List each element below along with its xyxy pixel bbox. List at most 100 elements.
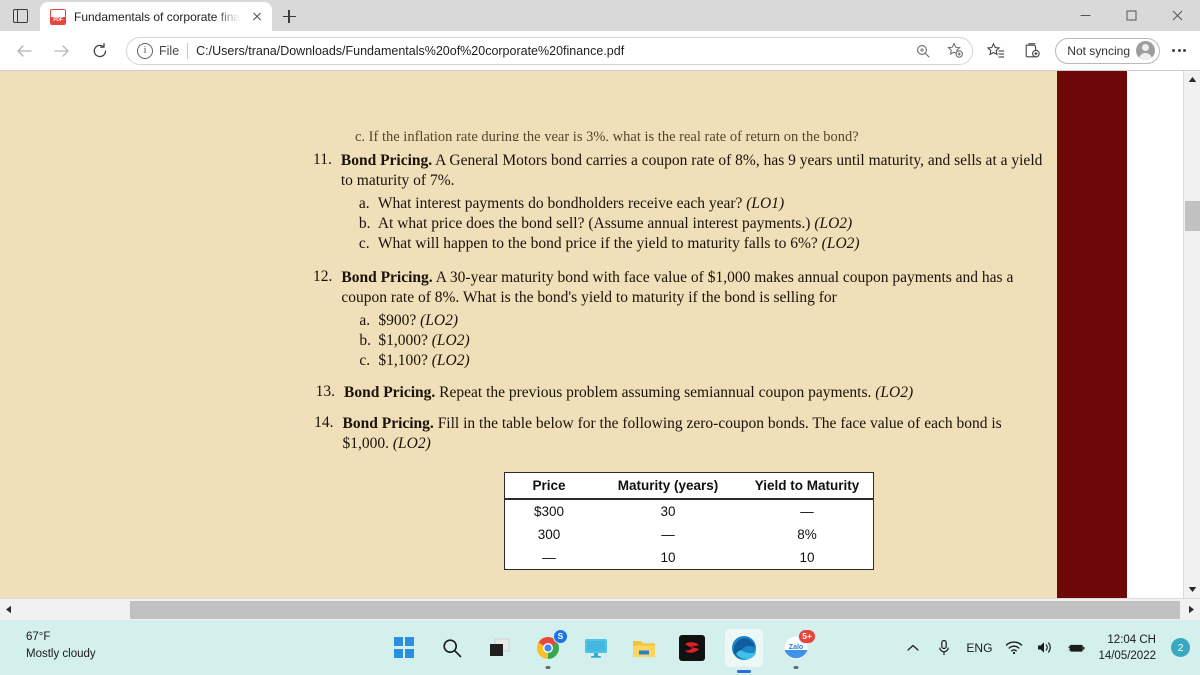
windows-logo-icon	[393, 637, 415, 658]
clock-date: 14/05/2022	[1098, 649, 1156, 662]
sub-item: a. $900? (LO2)	[359, 312, 459, 329]
chrome-badge: S	[553, 628, 568, 644]
maximize-icon[interactable]	[1108, 0, 1154, 31]
clock[interactable]: 12:04 CH 14/05/2022	[1098, 632, 1156, 664]
pdf-question-14: 14. Bond Pricing. Fill in the table belo…	[313, 414, 1043, 453]
chrome-button[interactable]: S	[533, 628, 568, 669]
cell-price: —	[542, 550, 556, 565]
bond-table: Price Maturity (years) Yield to Maturity…	[504, 472, 874, 570]
cell-maturity: —	[661, 527, 675, 542]
file-scheme-label: File	[159, 43, 180, 58]
question-text: Bond Pricing. Repeat the previous proble…	[344, 384, 914, 401]
add-favorite-icon[interactable]	[942, 39, 968, 63]
vertical-scrollbar-thumb[interactable]	[1185, 201, 1200, 231]
question-subparts: a. $900? (LO2) b. $1,000? (LO2) c. $1,100? …	[341, 311, 1043, 371]
collections-icon[interactable]	[1015, 36, 1049, 66]
vertical-scrollbar[interactable]	[1183, 71, 1200, 598]
question-title: Bond Pricing.	[340, 152, 433, 169]
windows-taskbar: 67°F Mostly cloudy S Zalo 5+ ENG 12:04 C…	[0, 620, 1200, 675]
reload-icon[interactable]	[82, 36, 118, 66]
favorites-list-icon[interactable]	[979, 36, 1013, 66]
zalo-badge: 5+	[798, 628, 816, 644]
cell-price: $300	[533, 504, 565, 519]
scroll-left-icon[interactable]	[0, 599, 17, 620]
zalo-button[interactable]: Zalo 5+	[781, 628, 816, 669]
sub-item: c. $1,100? (LO2)	[359, 352, 470, 369]
sub-item: b. $1,000? (LO2)	[359, 332, 470, 349]
wifi-icon[interactable]	[1005, 638, 1023, 658]
svg-text:Zalo: Zalo	[789, 644, 803, 651]
sub-item: c. What will happen to the bond price if …	[358, 235, 860, 252]
volume-icon[interactable]	[1036, 638, 1054, 658]
question-number: 13.	[315, 383, 335, 400]
task-view-icon	[490, 638, 510, 656]
site-info-icon[interactable]: i	[137, 42, 153, 59]
window-controls	[1062, 0, 1200, 31]
microphone-icon[interactable]	[935, 638, 953, 658]
active-indicator	[737, 669, 751, 673]
table-row: — 10 10	[505, 546, 873, 569]
table-header-row: Price Maturity (years) Yield to Maturity	[505, 473, 873, 500]
question-subparts: a. What interest payments do bondholders …	[341, 194, 1043, 254]
tab-strip: PDF Fundamentals of corporate finan	[0, 0, 1200, 31]
edge-browser-window: PDF Fundamentals of corporate finan i Fi…	[0, 0, 1200, 620]
show-hidden-icons-button[interactable]	[904, 638, 922, 658]
vertical-tabs-icon[interactable]	[0, 0, 40, 31]
scroll-up-icon[interactable]	[1184, 71, 1200, 88]
sync-status-label: Not syncing	[1067, 43, 1130, 58]
tab-title: Fundamentals of corporate finan	[74, 9, 240, 24]
question-text: Bond Pricing. A 30-year maturity bond wi…	[341, 269, 1014, 306]
clock-time: 12:04 CH	[1107, 633, 1156, 646]
question-text: Bond Pricing. A General Motors bond carr…	[340, 152, 1043, 189]
close-icon[interactable]	[248, 8, 266, 26]
monitor-icon	[585, 638, 607, 658]
minimize-icon[interactable]	[1062, 0, 1108, 31]
profile-button[interactable]: Not syncing	[1055, 37, 1160, 64]
question-number: 14.	[314, 414, 334, 431]
task-view-button[interactable]	[485, 633, 515, 663]
address-bar[interactable]: i File C:/Users/trana/Downloads/Fundamen…	[126, 36, 974, 65]
question-title: Bond Pricing.	[341, 269, 433, 286]
cell-price: 300	[537, 527, 561, 542]
pdf-clipped-line: c. If the inflation rate during the year…	[355, 129, 859, 141]
sub-item: b. At what price does the bond sell? (Ass…	[358, 215, 853, 232]
horizontal-scrollbar[interactable]	[0, 598, 1200, 620]
notification-badge[interactable]: 2	[1171, 638, 1190, 657]
horizontal-scrollbar-thumb[interactable]	[130, 601, 1180, 619]
browser-tab[interactable]: PDF Fundamentals of corporate finan	[40, 2, 272, 31]
question-number: 12.	[313, 268, 333, 285]
start-button[interactable]	[389, 633, 419, 663]
table-row: $300 30 —	[505, 500, 873, 523]
folder-icon	[633, 640, 655, 657]
question-text: Bond Pricing. Fill in the table below fo…	[342, 415, 1002, 452]
browser-toolbar: i File C:/Users/trana/Downloads/Fundamen…	[0, 31, 1200, 70]
file-explorer-button[interactable]	[629, 633, 659, 663]
scroll-right-icon[interactable]	[1183, 599, 1200, 620]
system-tray: ENG 12:04 CH 14/05/2022 2	[904, 620, 1190, 675]
scroll-down-icon[interactable]	[1184, 581, 1200, 598]
pdf-page: c. If the inflation rate during the year…	[0, 71, 1057, 598]
pdf-viewer: c. If the inflation rate during the year…	[0, 70, 1200, 620]
display-button[interactable]	[581, 633, 611, 663]
back-arrow-icon[interactable]	[6, 36, 42, 66]
more-options-icon[interactable]	[1164, 36, 1194, 66]
plus-icon[interactable]	[272, 2, 306, 31]
url-text: C:/Users/trana/Downloads/Fundamentals%20…	[196, 43, 625, 58]
column-header-price: Price	[532, 478, 566, 493]
garena-icon	[679, 634, 705, 661]
battery-charging-icon[interactable]	[1067, 638, 1085, 658]
avatar	[1136, 41, 1155, 60]
table-row: 300 — 8%	[505, 523, 873, 546]
garena-button[interactable]	[677, 633, 707, 663]
edge-button[interactable]	[725, 628, 763, 673]
edge-icon	[732, 635, 756, 660]
question-title: Bond Pricing.	[344, 384, 436, 401]
pdf-question-11: 11. Bond Pricing. A General Motors bond …	[313, 151, 1043, 254]
zoom-in-icon[interactable]	[910, 39, 936, 63]
window-close-icon[interactable]	[1154, 0, 1200, 31]
pdf-favicon-icon: PDF	[50, 8, 66, 25]
search-button[interactable]	[437, 633, 467, 663]
forward-arrow-icon[interactable]	[44, 36, 80, 66]
cell-maturity: 30	[660, 504, 676, 519]
language-indicator[interactable]: ENG	[966, 641, 992, 655]
